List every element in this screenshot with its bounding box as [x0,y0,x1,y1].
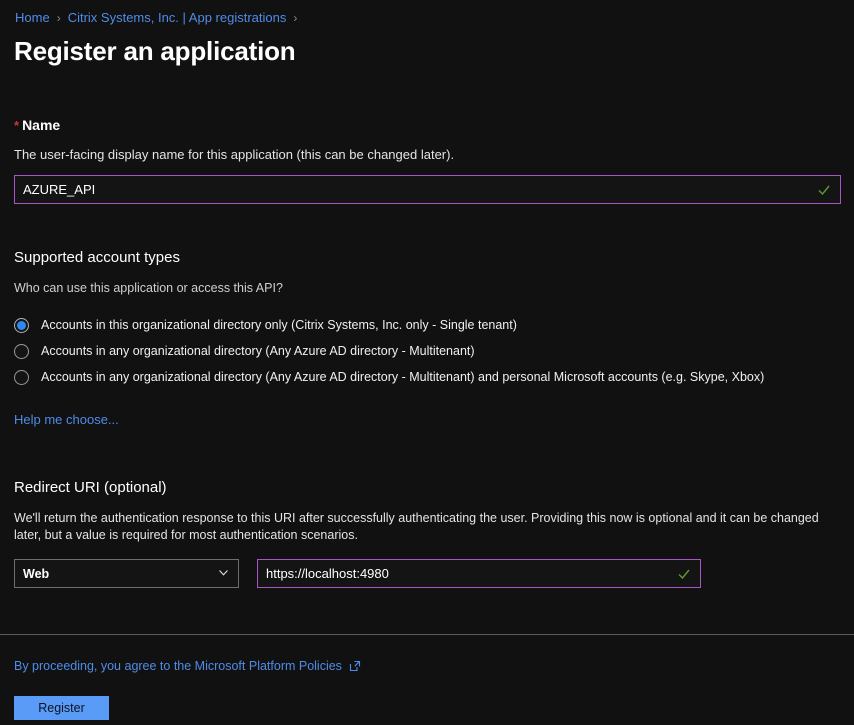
breadcrumb-item-home[interactable]: Home [15,10,50,26]
radio-label: Accounts in this organizational director… [41,318,517,332]
name-description: The user-facing display name for this ap… [14,147,455,162]
name-input[interactable] [15,176,814,203]
radio-multitenant-and-personal[interactable]: Accounts in any organizational directory… [14,364,844,390]
account-type-radio-group: Accounts in this organizational director… [14,312,844,390]
redirect-uri-description: We'll return the authentication response… [14,511,819,542]
chevron-down-icon [217,566,230,582]
breadcrumb-item-app-registrations[interactable]: Citrix Systems, Inc. | App registrations [68,10,287,26]
supported-account-types-title: Supported account types [14,249,180,266]
breadcrumb-separator-icon: › [293,11,298,25]
platform-policies-link[interactable]: By proceeding, you agree to the Microsof… [14,659,342,673]
redirect-uri-input-wrapper[interactable] [257,559,701,588]
platform-policies-line: By proceeding, you agree to the Microsof… [14,659,361,673]
redirect-uri-title: Redirect URI (optional) [14,479,167,496]
radio-single-tenant[interactable]: Accounts in this organizational director… [14,312,844,338]
platform-select-value: Web [23,566,50,581]
name-input-wrapper[interactable] [14,175,841,204]
supported-account-types-question: Who can use this application or access t… [14,281,283,295]
external-link-icon[interactable] [349,660,361,672]
breadcrumb: Home › Citrix Systems, Inc. | App regist… [15,10,304,26]
page-title: Register an application [14,36,296,66]
name-label-text: Name [22,117,61,133]
checkmark-icon [674,564,694,584]
redirect-uri-input[interactable] [258,560,674,587]
radio-mark-icon [14,317,29,333]
radio-mark-icon [14,343,29,359]
platform-select[interactable]: Web [14,559,239,588]
breadcrumb-separator-icon: › [56,11,61,25]
footer-divider [0,634,854,635]
radio-label: Accounts in any organizational directory… [41,370,765,384]
register-application-page: Home › Citrix Systems, Inc. | App regist… [0,0,854,725]
radio-mark-icon [14,369,29,385]
radio-multitenant[interactable]: Accounts in any organizational directory… [14,338,844,364]
register-button[interactable]: Register [14,696,109,720]
required-asterisk: * [14,118,20,133]
radio-dot-icon [17,320,26,330]
redirect-uri-row: Web [14,559,701,588]
checkmark-icon [814,180,834,200]
radio-label: Accounts in any organizational directory… [41,344,475,358]
help-me-choose-link[interactable]: Help me choose... [14,412,119,427]
name-label: * Name [14,117,60,133]
